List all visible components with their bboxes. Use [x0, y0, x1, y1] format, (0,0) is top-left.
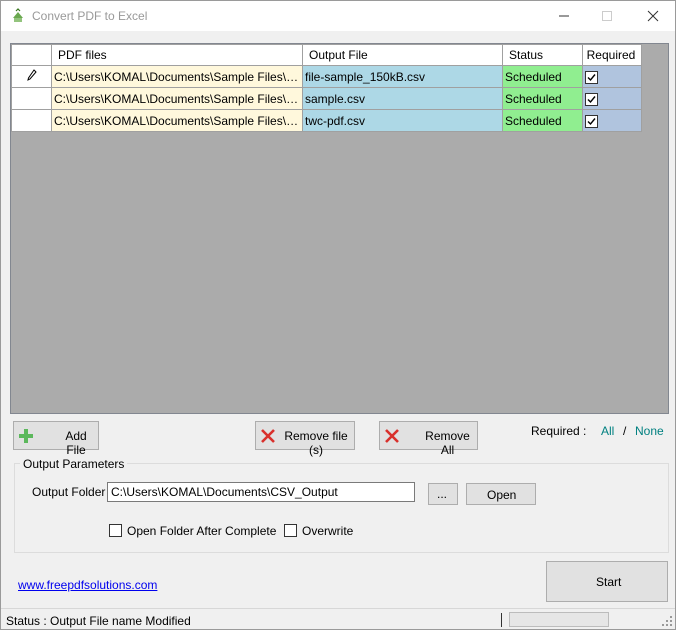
cell-required[interactable]	[582, 109, 642, 132]
progress-bar	[509, 612, 609, 627]
window-title: Convert PDF to Excel	[32, 9, 148, 23]
add-file-label: Add File	[65, 429, 87, 457]
red-x-icon	[261, 429, 275, 443]
row-header-corner	[11, 44, 52, 66]
checkmark-icon	[587, 95, 596, 103]
column-header-pdf-files[interactable]: PDF files	[51, 44, 303, 66]
pencil-icon	[26, 69, 37, 81]
row-header[interactable]	[11, 65, 52, 88]
cell-pdf-file[interactable]: C:\Users\KOMAL\Documents\Sample Files\sa…	[51, 87, 303, 110]
status-separator	[501, 613, 502, 627]
open-label: Open	[487, 488, 517, 502]
cell-status: Scheduled	[502, 87, 583, 110]
website-link[interactable]: www.freepdfsolutions.com	[18, 578, 157, 592]
required-label: Required :	[531, 424, 587, 438]
table-row[interactable]: C:\Users\KOMAL\Documents\Sample Files\sa…	[11, 87, 642, 110]
minimize-icon	[559, 15, 569, 17]
output-parameters-title: Output Parameters	[20, 457, 128, 471]
cell-pdf-file[interactable]: C:\Users\KOMAL\Documents\Sample Files\tw…	[51, 109, 303, 132]
start-label: Start	[596, 575, 622, 589]
required-checkbox[interactable]	[585, 114, 598, 128]
cell-pdf-file[interactable]: C:\Users\KOMAL\Documents\Sample Files\fi…	[51, 65, 303, 88]
required-checkbox[interactable]	[585, 92, 598, 106]
maximize-button[interactable]	[585, 1, 629, 31]
remove-all-button[interactable]: Remove All	[379, 421, 478, 457]
output-parameters-group	[14, 463, 669, 553]
remove-file-button[interactable]: Remove file (s)	[255, 421, 355, 457]
overwrite-label[interactable]: Overwrite	[302, 524, 353, 538]
plus-icon	[19, 429, 33, 443]
pdf-file-text: C:\Users\KOMAL\Documents\Sample Files\tw…	[54, 113, 300, 128]
required-checkbox[interactable]	[585, 70, 598, 84]
remove-all-label: Remove All	[425, 429, 470, 457]
cell-output-file[interactable]: file-sample_150kB.csv	[302, 65, 503, 88]
cell-required[interactable]	[582, 65, 642, 88]
column-header-status[interactable]: Status	[502, 44, 583, 66]
resize-grip-icon[interactable]	[661, 615, 673, 627]
table-row[interactable]: C:\Users\KOMAL\Documents\Sample Files\fi…	[11, 65, 642, 88]
row-header[interactable]	[11, 87, 52, 110]
cell-output-file[interactable]: twc-pdf.csv	[302, 109, 503, 132]
overwrite-checkbox[interactable]	[284, 524, 297, 537]
cell-output-file[interactable]: sample.csv	[302, 87, 503, 110]
browse-label: ...	[437, 487, 448, 501]
status-bar: Status : Output File name Modified	[1, 608, 675, 629]
grid-header-row: PDF files Output File Status Required	[11, 44, 642, 66]
checkmark-icon	[587, 117, 596, 125]
files-grid[interactable]: PDF files Output File Status Required C:…	[10, 43, 669, 414]
output-folder-label: Output Folder	[32, 485, 106, 499]
required-all-link[interactable]: All	[601, 424, 614, 438]
open-button[interactable]: Open	[466, 483, 536, 505]
maximize-icon	[602, 11, 612, 21]
open-folder-after-complete-label[interactable]: Open Folder After Complete	[127, 524, 276, 538]
cell-status: Scheduled	[502, 109, 583, 132]
checkmark-icon	[587, 73, 596, 81]
files-table: PDF files Output File Status Required C:…	[11, 44, 642, 132]
open-folder-after-complete-checkbox[interactable]	[109, 524, 122, 537]
column-header-output-file[interactable]: Output File	[302, 44, 503, 66]
cell-required[interactable]	[582, 87, 642, 110]
browse-button[interactable]: ...	[428, 483, 458, 505]
cell-status: Scheduled	[502, 65, 583, 88]
table-row[interactable]: C:\Users\KOMAL\Documents\Sample Files\tw…	[11, 109, 642, 132]
remove-file-label: Remove file (s)	[284, 429, 348, 457]
minimize-button[interactable]	[542, 1, 586, 31]
app-icon	[13, 8, 23, 22]
pdf-file-text: C:\Users\KOMAL\Documents\Sample Files\sa…	[54, 91, 300, 106]
close-icon	[647, 10, 659, 22]
add-file-button[interactable]: Add File	[13, 421, 99, 457]
required-separator: /	[623, 424, 627, 438]
output-folder-input[interactable]	[107, 482, 415, 502]
column-header-required[interactable]: Required	[582, 44, 642, 66]
app-window: Convert PDF to Excel PDF files Output Fi…	[0, 0, 676, 630]
start-button[interactable]: Start	[546, 561, 668, 602]
row-header[interactable]	[11, 109, 52, 132]
title-bar: Convert PDF to Excel	[1, 1, 675, 31]
close-button[interactable]	[631, 1, 675, 31]
status-text: Status : Output File name Modified	[6, 614, 191, 628]
red-x-icon	[385, 429, 399, 443]
required-none-link[interactable]: None	[635, 424, 664, 438]
pdf-file-text: C:\Users\KOMAL\Documents\Sample Files\fi…	[54, 69, 300, 84]
